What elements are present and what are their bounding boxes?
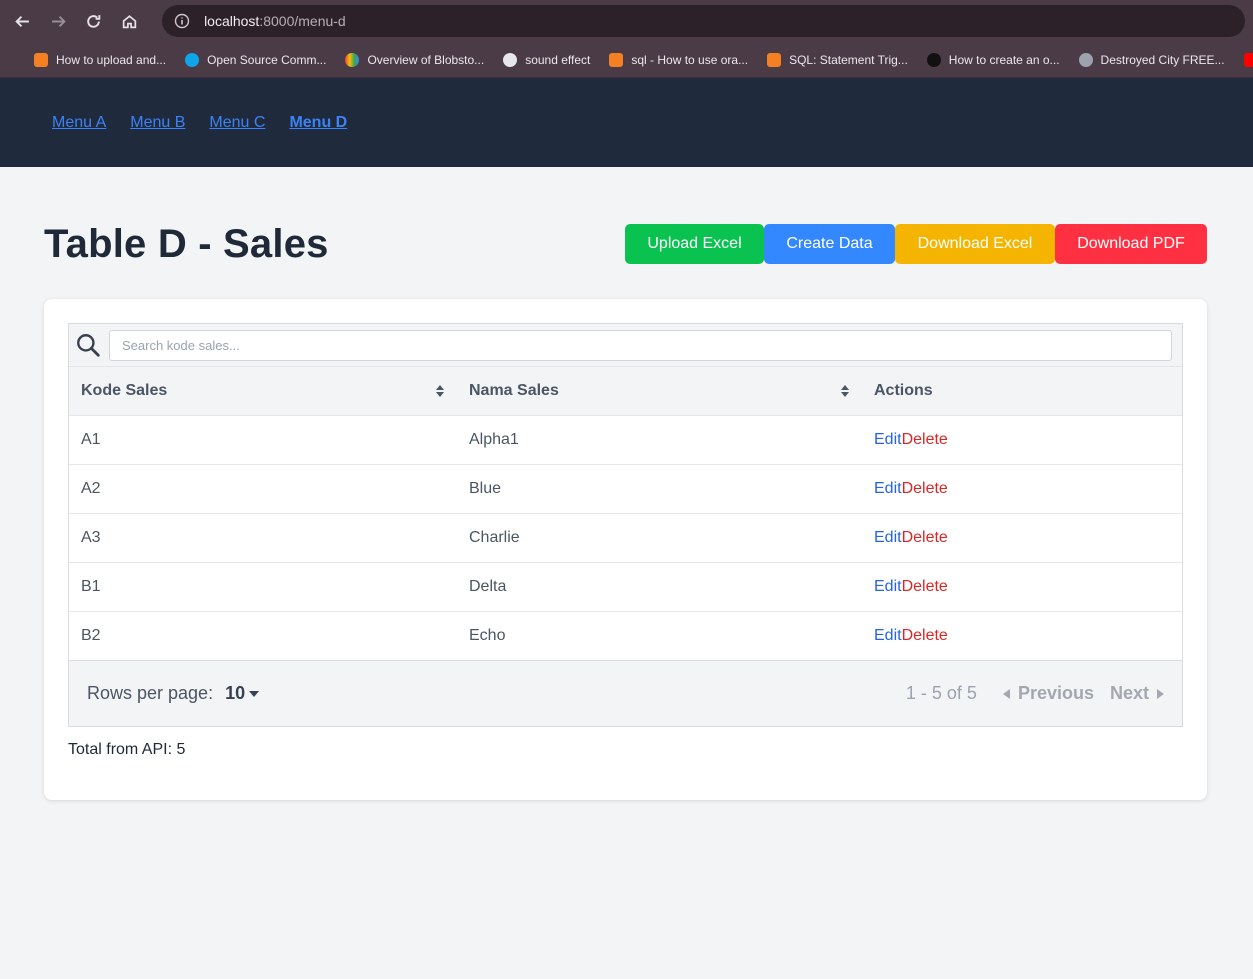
nav-menu-d[interactable]: Menu D [289, 114, 347, 132]
sort-icon[interactable] [435, 384, 445, 398]
bookmark-item[interactable]: Open Source Comm... [185, 52, 326, 67]
url-host: localhost [204, 13, 260, 29]
data-table: Kode Sales Nama Sales Actions A1 Alpha1 [68, 323, 1183, 727]
arrow-left-icon [15, 15, 30, 27]
page-content: Table D - Sales Upload Excel Create Data… [0, 221, 1253, 800]
bookmark-item[interactable]: Overview of Blobsto... [345, 52, 484, 67]
column-header-nama-sales[interactable]: Nama Sales [457, 367, 862, 415]
create-data-button[interactable]: Create Data [764, 224, 895, 264]
cell-actions: EditDelete [862, 464, 1182, 513]
cell-actions: EditDelete [862, 415, 1182, 464]
cell-nama: Blue [469, 479, 502, 497]
nav-menu-a[interactable]: Menu A [52, 114, 106, 132]
cell-nama: Alpha1 [469, 430, 519, 448]
next-page-button[interactable]: Next [1110, 683, 1164, 704]
search-input[interactable] [109, 329, 1172, 361]
cell-nama: Charlie [469, 528, 520, 546]
figure-icon [926, 52, 941, 67]
home-button[interactable] [115, 6, 145, 36]
stackoverflow-icon [609, 52, 624, 67]
delete-link[interactable]: Delete [902, 480, 948, 497]
cell-actions: EditDelete [862, 513, 1182, 562]
reload-button[interactable] [79, 6, 109, 36]
cell-kode: A2 [81, 479, 101, 497]
top-nav: Menu A Menu B Menu C Menu D [0, 78, 1253, 167]
info-icon[interactable] [174, 13, 190, 29]
download-pdf-button[interactable]: Download PDF [1055, 224, 1207, 264]
unity-icon [1078, 52, 1093, 67]
cell-kode: A3 [81, 528, 101, 546]
table-row: A2 Blue EditDelete [69, 464, 1182, 513]
chevron-left-icon [1002, 688, 1010, 699]
sort-icon[interactable] [840, 384, 850, 398]
table-row: A3 Charlie EditDelete [69, 513, 1182, 562]
bookmarks-bar: How to upload and... Open Source Comm...… [0, 42, 1253, 78]
table-card: Kode Sales Nama Sales Actions A1 Alpha1 [44, 299, 1207, 800]
page-header: Table D - Sales Upload Excel Create Data… [44, 221, 1207, 267]
stackoverflow-icon [767, 52, 782, 67]
forward-button[interactable] [44, 6, 74, 36]
bookmark-item[interactable]: Destroyed City FREE... [1078, 52, 1225, 67]
cell-kode: B1 [81, 577, 101, 595]
bookmark-item[interactable] [1243, 52, 1253, 67]
delete-link[interactable]: Delete [902, 529, 948, 546]
globe-icon [503, 52, 518, 67]
home-icon [122, 14, 136, 28]
cloud-icon [345, 52, 360, 67]
pagination-controls: 1 - 5 of 5 Previous Next [906, 683, 1164, 704]
table-row: A1 Alpha1 EditDelete [69, 415, 1182, 464]
caret-down-icon [249, 690, 260, 697]
page-range: 1 - 5 of 5 [905, 683, 977, 703]
upload-excel-button[interactable]: Upload Excel [625, 224, 764, 264]
table-row: B1 Delta EditDelete [69, 562, 1182, 611]
cell-kode: A1 [81, 430, 101, 448]
edit-link[interactable]: Edit [874, 627, 902, 644]
column-header-kode-sales[interactable]: Kode Sales [69, 367, 457, 415]
edit-link[interactable]: Edit [874, 578, 902, 595]
column-header-actions: Actions [874, 381, 933, 399]
reload-icon [87, 14, 101, 28]
nav-menu-b[interactable]: Menu B [130, 114, 185, 132]
cell-nama: Delta [469, 577, 507, 595]
edit-link[interactable]: Edit [874, 431, 902, 448]
delete-link[interactable]: Delete [902, 627, 948, 644]
youtube-icon [1243, 52, 1253, 67]
browser-toolbar: localhost:8000/menu-d [0, 0, 1253, 42]
search-icon [77, 334, 100, 357]
table-header-row: Kode Sales Nama Sales Actions [69, 367, 1182, 415]
total-count: Total from API: 5 [68, 741, 186, 758]
download-excel-button[interactable]: Download Excel [895, 224, 1055, 264]
delete-link[interactable]: Delete [902, 431, 948, 448]
action-buttons: Upload Excel Create Data Download Excel … [625, 224, 1207, 264]
bookmark-item[interactable]: How to upload and... [34, 52, 166, 67]
edit-link[interactable]: Edit [874, 529, 902, 546]
cell-kode: B2 [81, 626, 101, 644]
bookmark-item[interactable]: sql - How to use ora... [609, 52, 748, 67]
bookmark-item[interactable]: sound effect [503, 52, 590, 67]
pagination-bar: Rows per page: 10 1 - 5 of 5 Previous Ne… [69, 660, 1182, 726]
table-row: B2 Echo EditDelete [69, 611, 1182, 660]
rows-per-page-label: Rows per page: [87, 683, 214, 703]
edit-link[interactable]: Edit [874, 480, 902, 497]
arrow-right-icon [51, 15, 66, 27]
back-button[interactable] [8, 6, 38, 36]
rows-per-page-select[interactable]: 10 [225, 683, 260, 704]
stackoverflow-icon [34, 52, 48, 67]
cell-nama: Echo [469, 626, 506, 644]
cell-actions: EditDelete [862, 611, 1182, 660]
previous-page-button[interactable]: Previous [1002, 683, 1094, 704]
url-path: :8000/menu-d [259, 13, 346, 29]
bookmark-item[interactable]: SQL: Statement Trig... [767, 52, 908, 67]
chevron-right-icon [1157, 688, 1164, 699]
cell-actions: EditDelete [862, 562, 1182, 611]
community-icon [185, 52, 200, 67]
bookmark-item[interactable]: How to create an o... [926, 52, 1060, 67]
nav-menu-c[interactable]: Menu C [209, 114, 265, 132]
page-title: Table D - Sales [44, 221, 329, 266]
address-bar[interactable]: localhost:8000/menu-d [162, 5, 1245, 37]
delete-link[interactable]: Delete [902, 578, 948, 595]
search-bar [69, 324, 1182, 367]
